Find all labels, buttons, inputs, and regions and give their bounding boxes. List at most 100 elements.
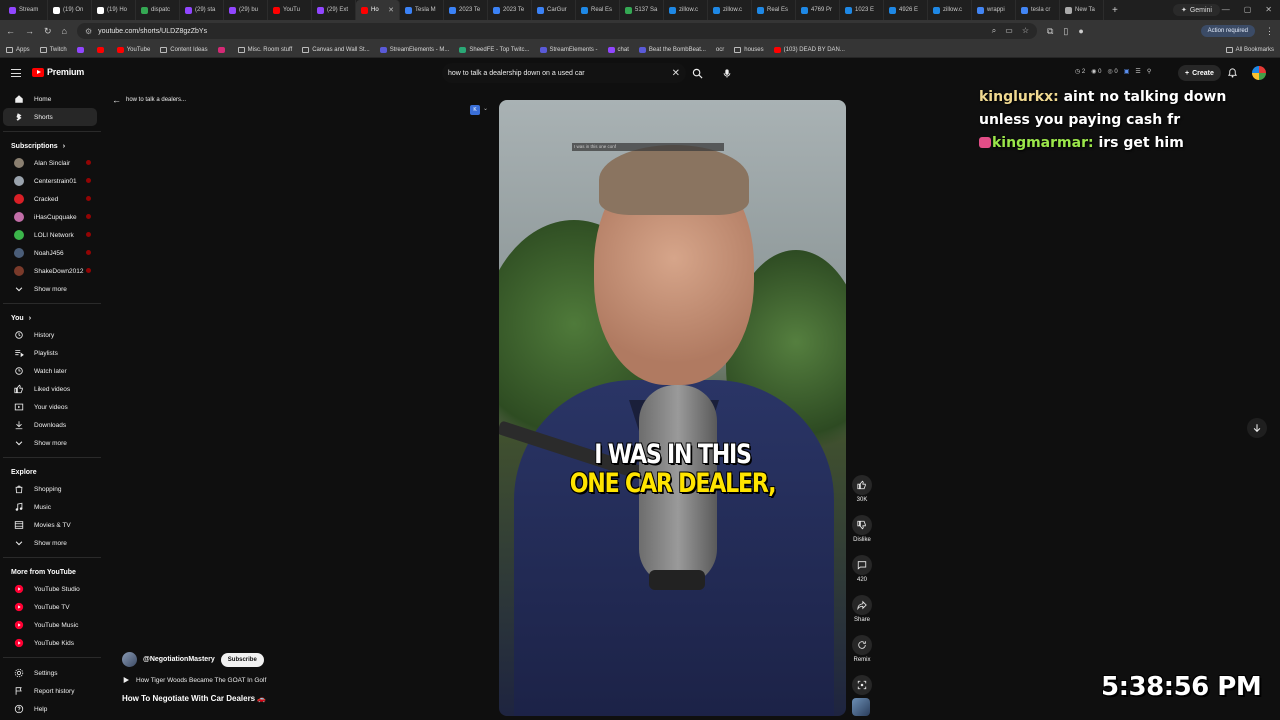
sidebar-item[interactable]: Shopping [3, 480, 97, 498]
like-button[interactable]: 30K [849, 475, 875, 515]
subscription-item[interactable]: LOLI Network [3, 226, 97, 244]
browser-tab[interactable]: YouTu [268, 0, 312, 20]
browser-tab[interactable]: zillow.c [928, 0, 972, 20]
browser-tab[interactable]: 4769 Pr [796, 0, 840, 20]
sidebar-item[interactable]: Movies & TV [3, 516, 97, 534]
bookmark-item[interactable]: StreamElements - [539, 46, 598, 53]
sidebar-item[interactable]: Report history [3, 682, 97, 700]
gemini-button[interactable]: ✦ Gemini [1172, 4, 1220, 16]
all-bookmarks[interactable]: All Bookmarks [1225, 46, 1274, 53]
browser-tab[interactable]: wrappi [972, 0, 1016, 20]
sidebar-item[interactable]: Show more [3, 534, 97, 552]
browser-tab[interactable]: 2023 Te [444, 0, 488, 20]
sidebar-item[interactable]: Playlists [3, 344, 97, 362]
ext-list-icon[interactable]: ☰ [1135, 68, 1140, 75]
bookmark-item[interactable]: SheedFE - Top Twitc... [459, 46, 530, 53]
sidebar-item[interactable]: YouTube TV [3, 598, 97, 616]
bookmark-item[interactable]: StreamElements - M... [379, 46, 449, 53]
browser-tab[interactable]: Real Es [576, 0, 620, 20]
sidebar-item[interactable]: YouTube Studio [3, 580, 97, 598]
search-input[interactable]: how to talk a dealership down on a used … [442, 63, 686, 83]
clear-search-icon[interactable]: ✕ [672, 68, 680, 79]
bookmark-item[interactable]: Beat the BombBeat... [638, 46, 706, 53]
maximize-button[interactable]: ▢ [1244, 5, 1252, 14]
browser-tab[interactable]: 2023 Te [488, 0, 532, 20]
site-settings-icon[interactable]: ⚙ [85, 27, 92, 36]
sidebar-item[interactable]: Show more [3, 434, 97, 452]
bookmark-item[interactable]: Content Ideas [160, 46, 208, 53]
bookmark-item[interactable] [76, 46, 87, 53]
browser-tab[interactable]: (19) Ho [92, 0, 136, 20]
next-video-button[interactable] [1247, 418, 1267, 438]
bookmark-star-icon[interactable]: ☆ [1022, 26, 1029, 36]
browser-menu-icon[interactable]: ⋮ [1265, 26, 1274, 37]
channel-name[interactable]: @NegotiationMastery [143, 656, 215, 663]
browser-tab[interactable]: dispatc [136, 0, 180, 20]
bookmark-item[interactable]: Apps [6, 46, 30, 53]
ext-counter-1[interactable]: ◷ 2 [1075, 68, 1085, 75]
browser-tab[interactable]: 4926 E [884, 0, 928, 20]
bookmark-item[interactable]: (103) DEAD BY DAN... [773, 46, 845, 53]
subscriptions-heading[interactable]: Subscriptions › [0, 138, 104, 154]
sidebar-item[interactable]: YouTube Music [3, 616, 97, 634]
bookmark-item[interactable]: Misc. Room stuff [237, 46, 292, 53]
sidebar-item[interactable]: Music [3, 498, 97, 516]
subscription-item[interactable]: iHasCupquake [3, 208, 97, 226]
sidebar-item-shorts[interactable]: Shorts [3, 108, 97, 126]
bookmark-item[interactable] [96, 46, 107, 53]
subscription-item[interactable]: NoahJ456 [3, 244, 97, 262]
action-required-button[interactable]: Action required [1200, 25, 1255, 37]
notifications-button[interactable] [1227, 66, 1238, 84]
quality-badge-icon[interactable]: K [470, 105, 480, 115]
ext-counter-2[interactable]: ◉ 0 [1091, 68, 1101, 75]
browser-tab[interactable]: (19) On [48, 0, 92, 20]
sidebar-item-home[interactable]: Home [3, 90, 97, 108]
search-button[interactable] [687, 63, 707, 83]
ext-pin-icon[interactable]: ⚲ [1147, 68, 1151, 75]
browser-tab[interactable]: 5137 Sa [620, 0, 664, 20]
menu-icon[interactable] [11, 69, 21, 80]
chevron-down-icon[interactable]: ⌄ [483, 105, 488, 112]
show-more-subscriptions[interactable]: Show more [3, 280, 97, 298]
new-tab-button[interactable]: + [1112, 5, 1118, 16]
home-icon[interactable]: ⌂ [62, 26, 67, 36]
channel-avatar[interactable] [122, 652, 137, 667]
sidebar-item[interactable]: Help [3, 700, 97, 718]
bookmark-item[interactable]: YouTube [116, 46, 150, 53]
browser-tab[interactable]: Ho ✕ [356, 0, 400, 20]
short-video-player[interactable]: I was in this one conf I WAS IN THIS ONE… [499, 100, 846, 716]
cast-icon[interactable]: ▭ [1005, 26, 1013, 36]
subscribe-button[interactable]: Subscribe [220, 652, 264, 667]
sidebar-item[interactable]: History [3, 326, 97, 344]
sidebar-item[interactable]: Downloads [3, 416, 97, 434]
subscription-item[interactable]: ShakeDown2012 [3, 262, 97, 280]
bookmark-item[interactable]: houses [734, 46, 764, 53]
reload-icon[interactable]: ↻ [44, 26, 52, 37]
extensions-icon[interactable]: ⧉ [1047, 26, 1053, 37]
browser-tab[interactable]: Real Es [752, 0, 796, 20]
sidebar-item[interactable]: Settings [3, 664, 97, 682]
sidebar-item[interactable]: Your videos [3, 398, 97, 416]
youtube-logo[interactable]: Premium [32, 67, 84, 77]
subscription-item[interactable]: Alan Sinclair [3, 154, 97, 172]
bookmark-item[interactable] [217, 46, 228, 53]
account-avatar[interactable] [1252, 66, 1266, 80]
browser-tab[interactable]: tesla cr [1016, 0, 1060, 20]
browser-tab[interactable]: 1023 E [840, 0, 884, 20]
related-video-link[interactable]: How Tiger Woods Became The GOAT In Golf [122, 676, 266, 684]
browser-tab[interactable]: Stream [4, 0, 48, 20]
voice-search-button[interactable] [717, 63, 737, 83]
zoom-icon[interactable]: ⌕ [992, 26, 996, 36]
browser-tab[interactable]: (29) sta [180, 0, 224, 20]
you-heading[interactable]: You › [0, 310, 104, 326]
browser-tab[interactable]: (29) Ext [312, 0, 356, 20]
back-icon[interactable]: ← [6, 26, 15, 36]
create-button[interactable]: + Create [1178, 65, 1221, 81]
sidepanel-icon[interactable]: ▯ [1063, 26, 1068, 37]
comments-button[interactable]: 420 [849, 555, 875, 595]
minimize-button[interactable]: — [1222, 5, 1230, 14]
subscription-item[interactable]: Centerstrain01 [3, 172, 97, 190]
bookmark-item[interactable]: chat [607, 46, 629, 53]
browser-tab[interactable]: New Ta [1060, 0, 1104, 20]
subscription-item[interactable]: Cracked [3, 190, 97, 208]
